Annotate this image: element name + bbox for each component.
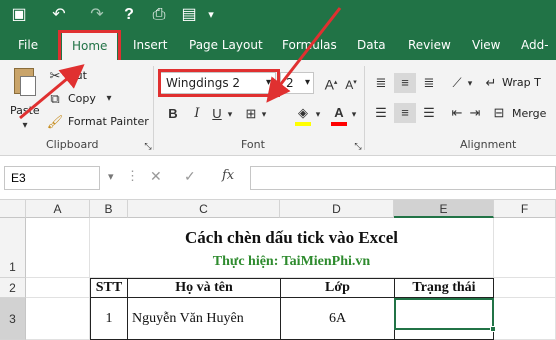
annotation-arrows [19, 7, 342, 120]
arrow-to-font-combo [266, 7, 342, 103]
arrow-to-home-tab [19, 64, 85, 120]
